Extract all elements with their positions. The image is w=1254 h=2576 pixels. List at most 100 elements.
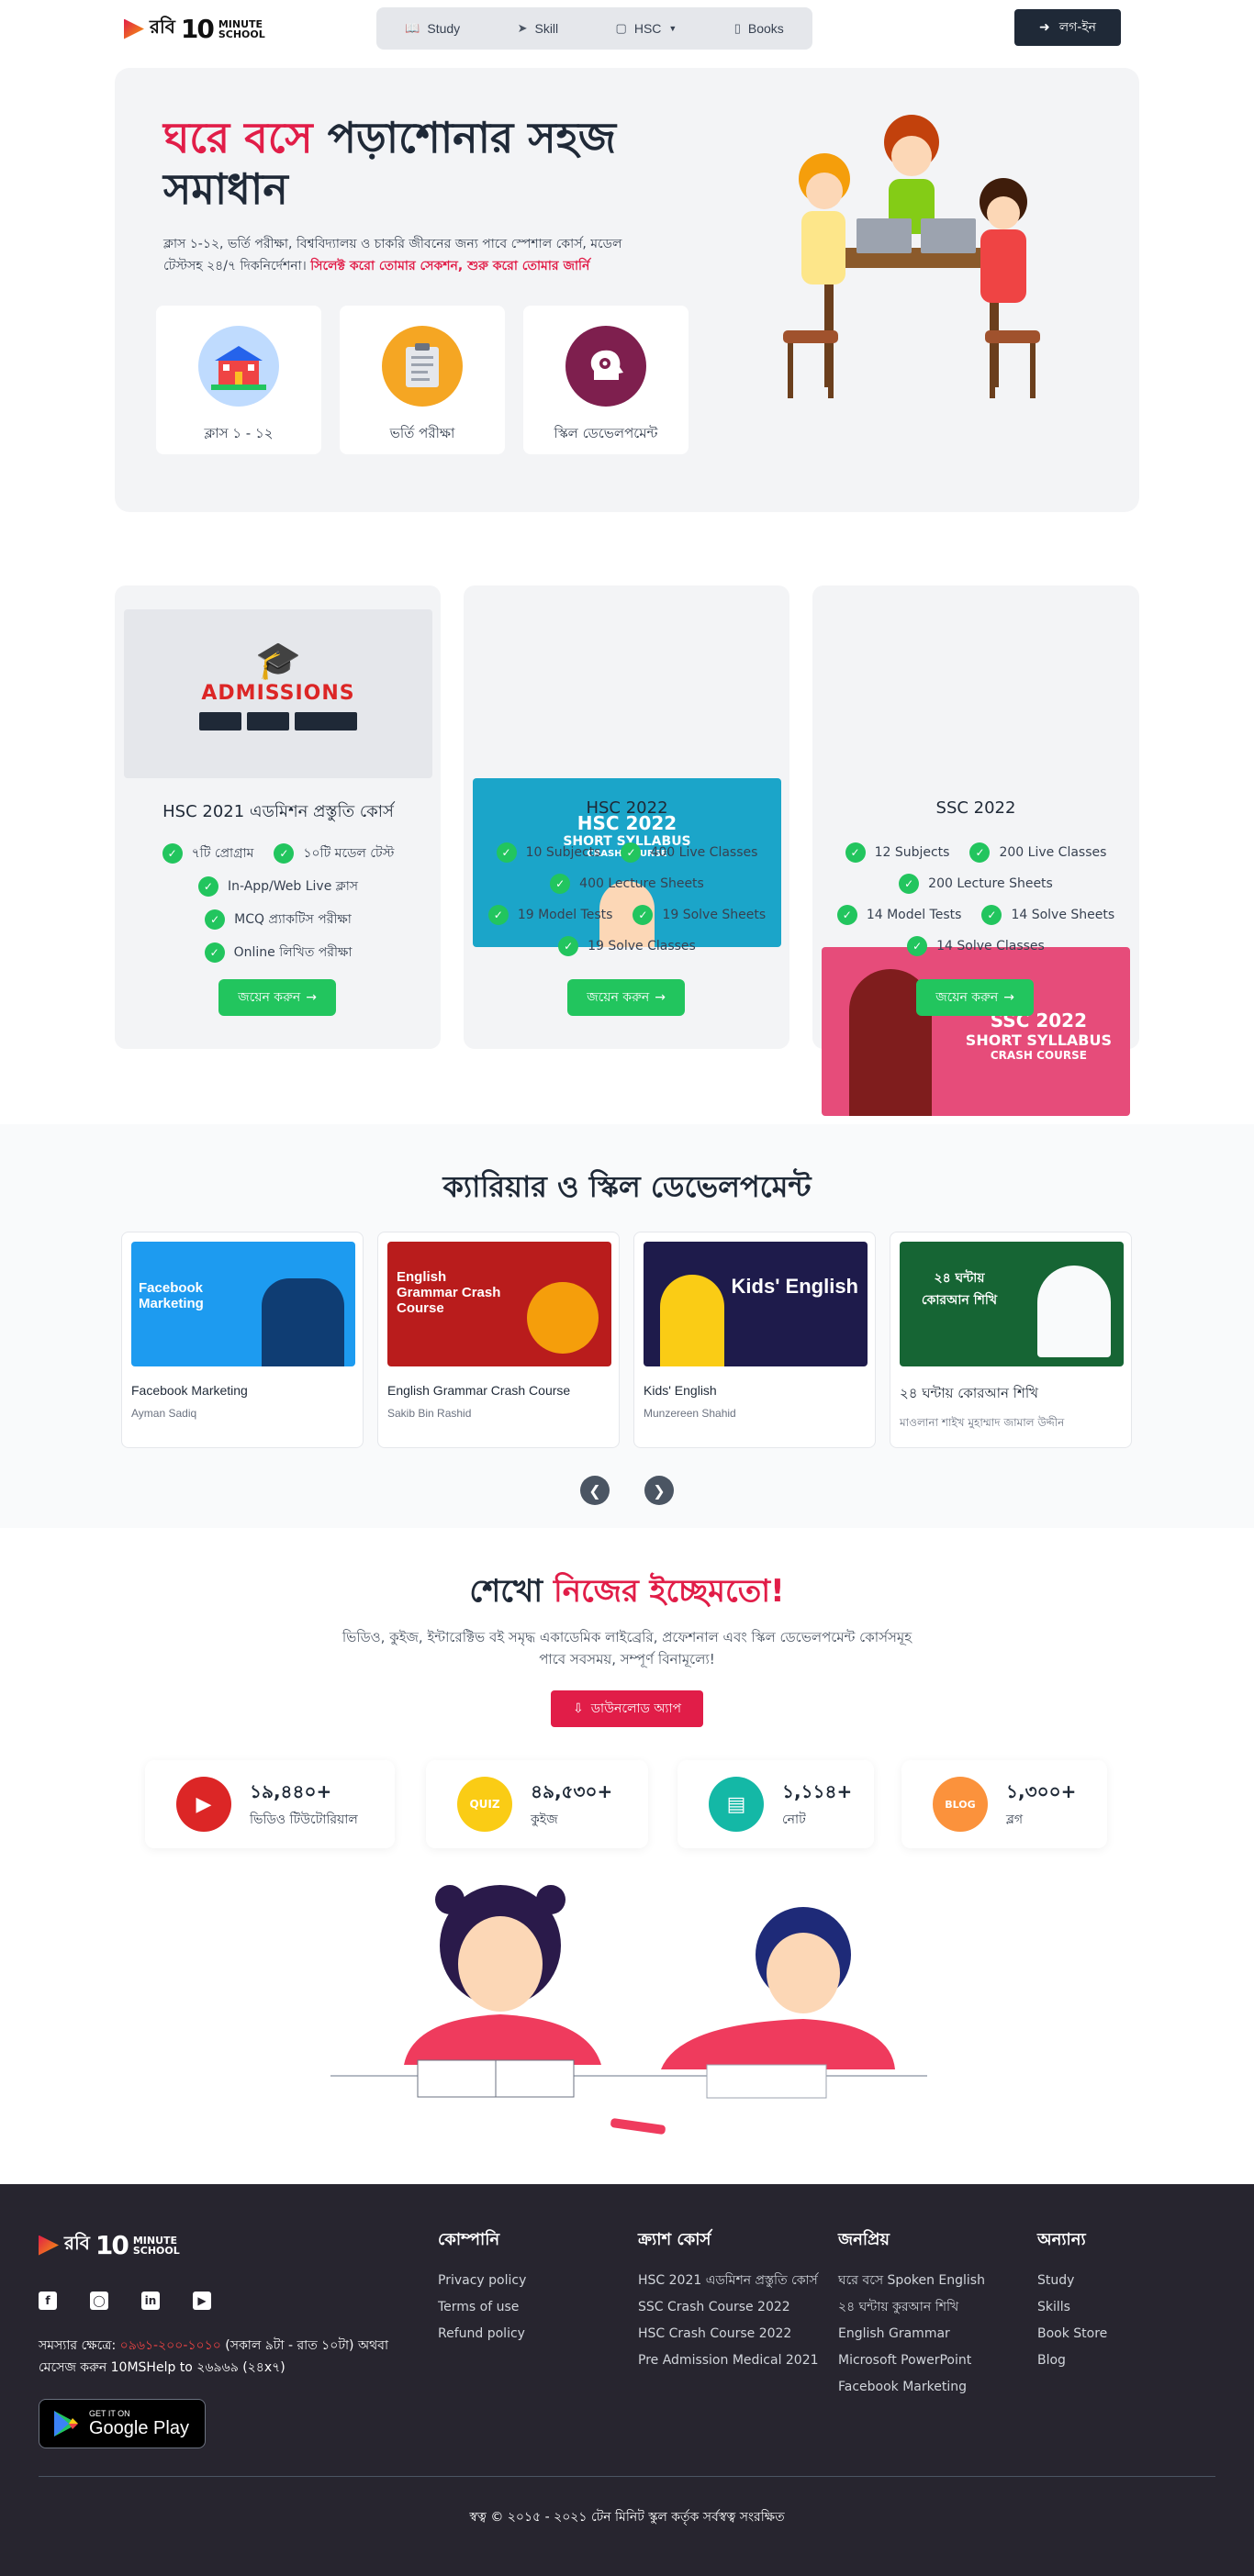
hero-card-admission[interactable]: ভর্তি পরীক্ষা <box>340 306 505 454</box>
hero-title-part2: সমাধান <box>163 164 288 214</box>
footer-link[interactable]: Pre Admission Medical 2021 <box>638 2351 822 2370</box>
join-label: জয়েন করুন <box>238 990 301 1005</box>
course-banner-admission[interactable]: 🎓 ADMISSIONS <box>124 609 432 778</box>
carousel-prev-button[interactable]: ❮ <box>580 1476 610 1505</box>
ssc-banner-line3: CRASH COURSE <box>990 1049 1087 1062</box>
feature-row: ✓ MCQ প্র্যাকটিস পরীক্ষা <box>124 909 432 931</box>
stat-number: ১৯,৪৪০+ <box>250 1779 332 1802</box>
learn-title-plain: শেখো <box>469 1573 543 1610</box>
join-button-admission[interactable]: জয়েন করুন → <box>218 979 336 1016</box>
instagram-icon[interactable]: ◯ <box>90 2292 108 2310</box>
skill-card[interactable]: Kids' English Kids' English Munzereen Sh… <box>633 1232 876 1448</box>
footer-link[interactable]: English Grammar <box>838 2325 1022 2343</box>
quiz-stopwatch-icon: QUIZ <box>457 1777 512 1832</box>
hero-title-part1: পড়াশোনার সহজ <box>327 113 616 162</box>
feature-row: ✓ 12 Subjects ✓ 200 Live Classes <box>822 842 1130 863</box>
download-app-button[interactable]: ⇩ ডাউনলোড অ্যাপ <box>551 1690 703 1727</box>
feature-item: ✓ 400 Live Classes <box>621 842 757 863</box>
course-title-hsc: HSC 2022 <box>586 798 668 818</box>
skill-card[interactable]: English Grammar Crash Course English Gra… <box>377 1232 620 1448</box>
footer-link[interactable]: Privacy policy <box>438 2271 621 2290</box>
footer-link[interactable]: HSC Crash Course 2022 <box>638 2325 822 2343</box>
join-button-hsc[interactable]: জয়েন করুন → <box>567 979 685 1016</box>
banner-chip <box>247 712 289 730</box>
google-play-button[interactable]: GET IT ON Google Play <box>39 2399 206 2448</box>
footer-link[interactable]: Refund policy <box>438 2325 621 2343</box>
stat-label: ব্লগ <box>1006 1812 1024 1827</box>
hero-card-class[interactable]: ক্লাস ১ - ১২ <box>156 306 321 454</box>
facebook-icon[interactable]: f <box>39 2292 57 2310</box>
footer-link[interactable]: Blog <box>1037 2351 1203 2370</box>
video-icon: ▢ <box>615 21 627 35</box>
footer-link[interactable]: ঘরে বসে Spoken English <box>838 2271 1022 2290</box>
skill-card[interactable]: Facebook Marketing Facebook Marketing Ay… <box>121 1232 364 1448</box>
tablet-icon: ▯ <box>733 21 741 35</box>
carousel-next-button[interactable]: ❯ <box>644 1476 674 1505</box>
stat-videos: ▶ ১৯,৪৪০+ ভিডিও টিউটোরিয়াল <box>145 1760 395 1848</box>
skill-thumbnail: English Grammar Crash Course <box>387 1242 611 1366</box>
feature-row: ✓ 14 Solve Classes <box>822 936 1130 956</box>
skill-author: Sakib Bin Rashid <box>387 1407 472 1420</box>
logo-wordmark: MINUTE SCHOOL <box>133 2236 180 2256</box>
skill-thumbnail: Kids' English <box>644 1242 868 1366</box>
feature-item: ✓ 200 Lecture Sheets <box>899 874 1053 894</box>
arrow-right-icon: → <box>306 990 317 1005</box>
footer-link[interactable]: HSC 2021 এডমিশন প্রস্তুতি কোর্স <box>638 2271 822 2290</box>
nav-hsc[interactable]: ▢ HSC ▼ <box>616 21 677 36</box>
linkedin-icon[interactable]: in <box>141 2292 160 2310</box>
learn-description: ভিডিও, কুইজ, ইন্টারেক্টিভ বই সমৃদ্ধ একাড… <box>260 1626 994 1670</box>
stat-text: ৪৯,৫৩০+ কুইজ <box>531 1779 612 1831</box>
footer-link[interactable]: Facebook Marketing <box>838 2378 1022 2396</box>
check-icon: ✓ <box>907 936 928 956</box>
footer-heading: কোম্পানি <box>438 2230 500 2249</box>
feature-item: ✓ Online লিখিত পরীক্ষা <box>204 942 352 964</box>
download-icon: ⇩ <box>573 1701 584 1716</box>
course-banner-ssc[interactable]: SSC 2022 SHORT SYLLABUS CRASH COURSE <box>822 947 1130 1116</box>
footer-link[interactable]: Book Store <box>1037 2325 1203 2343</box>
hero-title: ঘরে বসে পড়াশোনার সহজ সমাধান <box>163 112 714 215</box>
feature-row: ✓ 400 Lecture Sheets <box>473 874 781 894</box>
footer-link[interactable]: ২৪ ঘন্টায় কুরআন শিখি <box>838 2298 1022 2316</box>
hero-card-skill[interactable]: স্কিল ডেভেলপমেন্ট <box>523 306 689 454</box>
feature-label: 12 Subjects <box>874 845 950 860</box>
nav-books[interactable]: ▯ Books <box>734 21 784 36</box>
footer-col-other: অন্যান্য Study Skills Book Store Blog <box>1037 2226 1203 2370</box>
stat-number: ১,১১৪+ <box>782 1779 853 1802</box>
google-play-icon <box>54 2411 78 2437</box>
skill-card[interactable]: ২৪ ঘন্টায় কোরআন শিখি ২৪ ঘন্টায় কোরআন শ… <box>890 1232 1132 1448</box>
feature-label: In-App/Web Live ক্লাস <box>227 879 359 894</box>
footer-link[interactable]: Terms of use <box>438 2298 621 2316</box>
hero-desc-accent: সিলেক্ট করো তোমার সেকশন, শুরু করো তোমার … <box>310 259 590 273</box>
check-icon: ✓ <box>205 909 226 930</box>
feature-row: ✓ In-App/Web Live ক্লাস <box>124 875 432 898</box>
logo[interactable]: রবি 10 MINUTE SCHOOL <box>124 14 265 44</box>
footer-link[interactable]: Microsoft PowerPoint <box>838 2351 1022 2370</box>
nav-study[interactable]: 📖 Study <box>405 21 460 36</box>
nav-study-label: Study <box>427 21 461 36</box>
footer-link[interactable]: Study <box>1037 2271 1203 2290</box>
nav-skill[interactable]: ➤ Skill <box>518 21 559 36</box>
help-phone[interactable]: ০৯৬১-২০০-১০১০ <box>120 2338 221 2353</box>
stat-quiz: QUIZ ৪৯,৫৩০+ কুইজ <box>426 1760 648 1848</box>
footer-logo[interactable]: রবি 10 MINUTE SCHOOL <box>39 2230 180 2260</box>
footer-link[interactable]: SSC Crash Course 2022 <box>638 2298 822 2316</box>
check-icon: ✓ <box>969 842 991 863</box>
hero-card-skill-label: স্কিল ডেভেলপমেন্ট <box>554 425 658 441</box>
help-prefix: সমস্যার ক্ষেত্রে: <box>39 2338 117 2353</box>
learn-desc-line2: পাবে সবসময়, সম্পূর্ণ বিনামূল্যে! <box>539 1651 715 1667</box>
book-open-icon: 📖 <box>405 21 420 35</box>
course-title-ssc: SSC 2022 <box>935 798 1016 818</box>
feature-label: 19 Model Tests <box>517 908 613 922</box>
join-button-ssc[interactable]: জয়েন করুন → <box>916 979 1034 1016</box>
social-links: f ◯ in ▶ <box>39 2292 211 2310</box>
feature-label: ৭টি প্রোগ্রাম <box>191 846 254 861</box>
youtube-icon[interactable]: ▶ <box>193 2292 211 2310</box>
footer-link[interactable]: Skills <box>1037 2298 1203 2316</box>
feature-item: ✓ MCQ প্র্যাকটিস পরীক্ষা <box>205 909 352 931</box>
login-button[interactable]: ➜ লগ-ইন <box>1014 9 1121 46</box>
check-icon: ✓ <box>845 842 866 863</box>
instructor-photo <box>1037 1266 1111 1357</box>
feature-label: 14 Model Tests <box>866 908 962 922</box>
footer-col-popular: জনপ্রিয় ঘরে বসে Spoken English ২৪ ঘন্টা… <box>838 2226 1022 2396</box>
gp-big: Google Play <box>89 2417 189 2438</box>
